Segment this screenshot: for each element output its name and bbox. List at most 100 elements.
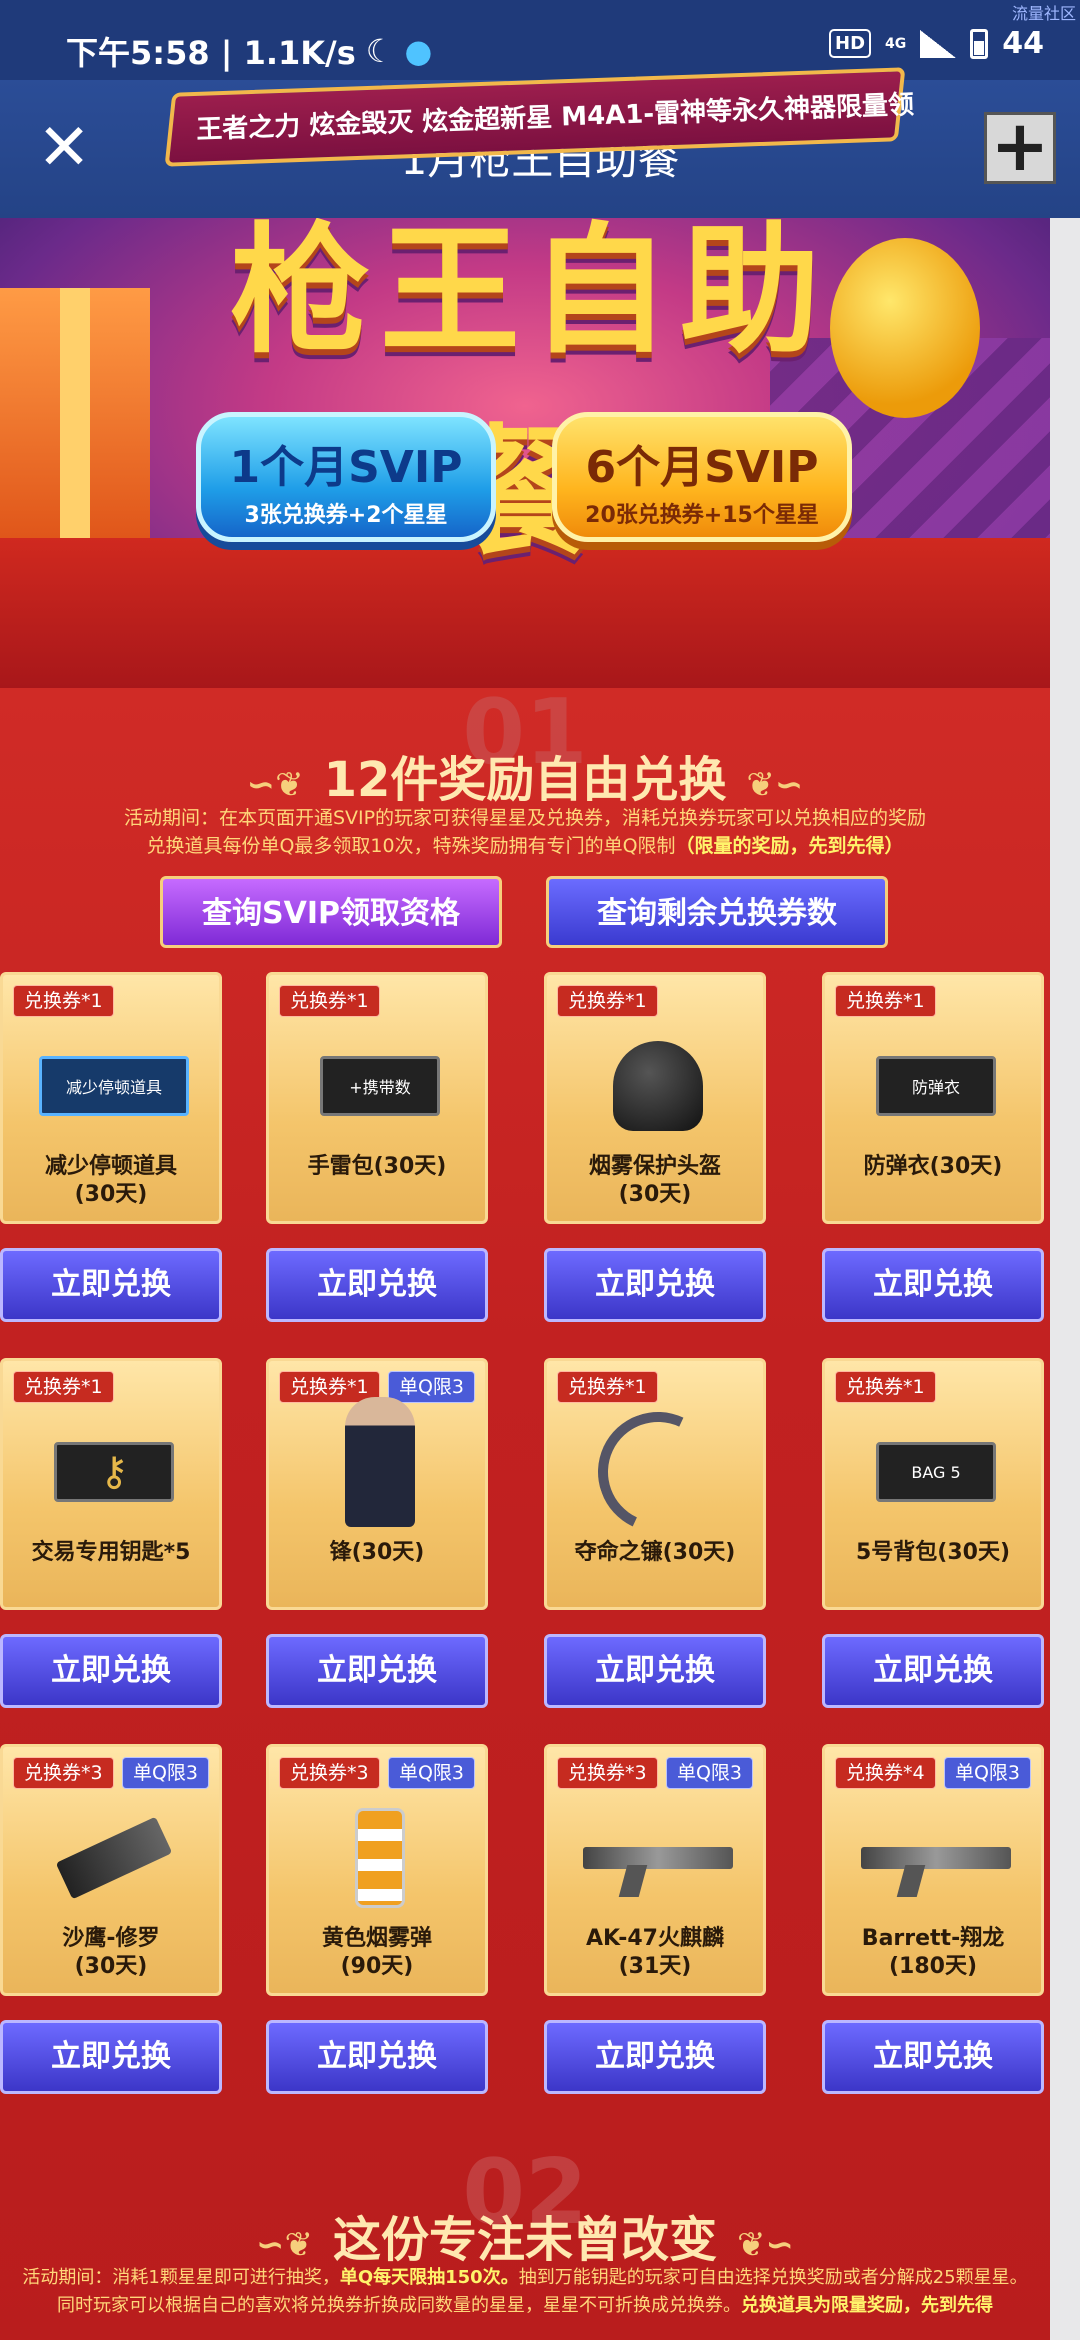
reward-card: 兑换券*4 单Q限3 Barrett-翔龙 (180天): [822, 1744, 1044, 1996]
coupon-badge: 兑换券*1: [835, 1371, 936, 1403]
reward-card: 兑换券*1 单Q限3 锋(30天): [266, 1358, 488, 1610]
grenade-pack-icon: +携带数: [320, 1056, 440, 1116]
limit-badge: 单Q限3: [387, 1371, 475, 1403]
limit-badge: 单Q限3: [121, 1757, 209, 1789]
ornament-icon: ❦∽: [737, 2225, 794, 2265]
scythe-icon: [581, 1395, 735, 1549]
signal-icon: [920, 29, 957, 58]
item-name-line1: 手雷包(30天): [307, 1154, 447, 1179]
coupon-badge: 兑换券*1: [557, 1371, 658, 1403]
redeem-button[interactable]: 立即兑换: [544, 2020, 766, 2094]
reward-card: 兑换券*3 单Q限3 沙鹰-修罗 (30天): [0, 1744, 222, 1996]
limit-badge: 单Q限3: [943, 1757, 1031, 1789]
redeem-button[interactable]: 立即兑换: [0, 2020, 222, 2094]
moon-icon: ☾: [365, 32, 395, 70]
redeem-button[interactable]: 立即兑换: [0, 1248, 222, 1322]
desc-text: 活动期间：消耗1颗星星即可进行抽奖，: [22, 2267, 340, 2288]
item-name-line1: AK-47火麒麟: [586, 1926, 724, 1951]
ornament-icon: ❦∽: [746, 765, 804, 805]
redeem-button[interactable]: 立即兑换: [266, 1634, 488, 1708]
reward-card: 兑换券*1 防弹衣 防弹衣(30天): [822, 972, 1044, 1224]
scroll-edge: [1050, 218, 1080, 2340]
redeem-button[interactable]: 立即兑换: [822, 2020, 1044, 2094]
section-2-desc-line2: 同时玩家可以根据自己的喜欢将兑换券折换成同数量的星星，星星不可折换成兑换券。兑换…: [0, 2292, 1050, 2320]
qq-penguin-icon: ●: [404, 32, 433, 70]
redeem-button[interactable]: 立即兑换: [544, 1634, 766, 1708]
item-name-line1: 烟雾保护头盔: [588, 1154, 721, 1179]
section-1-title-text: 12件奖励自由兑换: [323, 752, 727, 808]
item-image: 减少停顿道具: [39, 1041, 189, 1131]
limit-badge: 单Q限3: [665, 1757, 753, 1789]
redeem-button[interactable]: 立即兑换: [266, 1248, 488, 1322]
item-name-line1: 5号背包(30天): [855, 1540, 1011, 1565]
banner-title: 枪王自助餐: [229, 218, 830, 575]
redeem-button[interactable]: 立即兑换: [544, 1248, 766, 1322]
svip-1-month-button[interactable]: 1个月SVIP 3张兑换券+2个星星: [196, 412, 496, 542]
svip-6-month-button[interactable]: 6个月SVIP 20张兑换券+15个星星: [552, 412, 852, 542]
item-image: +携带数: [305, 1041, 455, 1131]
reward-card: 兑换券*1 ⚷ 交易专用钥匙*5: [0, 1358, 222, 1610]
reward-card: 兑换券*3 单Q限3 黄色烟雾弹 (90天): [266, 1744, 488, 1996]
section-2-title: ∽❦ 这份专注未曾改变 ❦∽: [0, 2200, 1050, 2270]
section-1-desc-line2: 兑换道具每份单Q最多领取10次，特殊奖励拥有专门的单Q限制（限量的奖励，先到先得…: [0, 832, 1050, 860]
rifle-icon: [583, 1847, 733, 1869]
redeem-button[interactable]: 立即兑换: [822, 1248, 1044, 1322]
item-name-line2: (30天): [74, 1954, 148, 1979]
reward-card: 兑换券*1 夺命之镰(30天): [544, 1358, 766, 1610]
redeem-button[interactable]: 立即兑换: [0, 1634, 222, 1708]
svip-1-main: 1个月SVIP: [229, 442, 463, 493]
item-name: AK-47火麒麟 (31天): [547, 1925, 763, 1981]
item-image: [583, 1813, 733, 1903]
item-image: [581, 1395, 735, 1549]
battery-icon: [970, 28, 989, 59]
key-icon: ⚷: [54, 1442, 174, 1502]
battery-level: 44: [1002, 26, 1044, 61]
item-name-line1: 夺命之镰(30天): [574, 1540, 736, 1565]
query-svip-button[interactable]: 查询SVIP领取资格: [160, 876, 502, 948]
desc-highlight: （限量的奖励，先到先得）: [675, 835, 904, 857]
item-name-line2: (30天): [618, 1182, 692, 1207]
backpack-icon: BAG 5: [876, 1442, 996, 1502]
status-time: 下午5:58 | 1.1K/s: [66, 34, 356, 72]
item-name-line1: 交易专用钥匙*5: [31, 1540, 191, 1565]
svip-6-main: 6个月SVIP: [585, 442, 819, 493]
reward-card: 兑换券*1 烟雾保护头盔 (30天): [544, 972, 766, 1224]
item-name-line2: (180天): [888, 1954, 978, 1979]
desc-text: 兑换道具每份单Q最多领取10次，特殊奖励拥有专门的单Q限制: [146, 835, 676, 857]
item-name: 减少停顿道具 (30天): [3, 1153, 219, 1209]
coupon-badge: 兑换券*1: [279, 985, 380, 1017]
item-name-line2: (31天): [618, 1954, 692, 1979]
item-name-line1: 沙鹰-修罗: [62, 1926, 160, 1951]
ornament-icon: ∽❦: [256, 2225, 313, 2265]
status-left: 下午5:58 | 1.1K/s ☾ ●: [66, 28, 432, 74]
reward-card: 兑换券*1 减少停顿道具 减少停顿道具 (30天): [0, 972, 222, 1224]
redeem-button[interactable]: 立即兑换: [266, 2020, 488, 2094]
status-right: HD 4G 44: [829, 26, 1044, 61]
coupon-badge: 兑换券*4: [835, 1757, 936, 1789]
coupon-badge: 兑换券*3: [13, 1757, 114, 1789]
coupon-badge: 兑换券*3: [557, 1757, 658, 1789]
item-name-line2: (90天): [340, 1954, 414, 1979]
desc-text: 抽到万能钥匙的玩家可自由选择兑换奖励或者分解成25颗星星。: [518, 2267, 1028, 2288]
item-name-line1: 锋(30天): [329, 1540, 425, 1565]
redeem-button[interactable]: 立即兑换: [822, 1634, 1044, 1708]
section-2-desc-line1: 活动期间：消耗1颗星星即可进行抽奖，单Q每天限抽150次。抽到万能钥匙的玩家可自…: [0, 2264, 1050, 2292]
status-bar: 下午5:58 | 1.1K/s ☾ ● HD 4G 44 流量社区: [0, 0, 1080, 80]
coupon-badge: 兑换券*1: [557, 985, 658, 1017]
item-name: 5号背包(30天): [825, 1539, 1041, 1567]
pistol-icon: [55, 1816, 173, 1900]
item-name-line2: (30天): [74, 1182, 148, 1207]
reward-card: 兑换券*3 单Q限3 AK-47火麒麟 (31天): [544, 1744, 766, 1996]
query-coupon-button[interactable]: 查询剩余兑换券数: [546, 876, 888, 948]
character-icon: [345, 1397, 415, 1527]
coupon-badge: 兑换券*1: [13, 1371, 114, 1403]
plus-icon[interactable]: +: [984, 111, 1056, 184]
helmet-icon: [613, 1041, 703, 1131]
item-name: 交易专用钥匙*5: [3, 1539, 219, 1567]
desc-text: 同时玩家可以根据自己的喜欢将兑换券折换成同数量的星星，星星不可折换成兑换券。: [57, 2295, 741, 2316]
svip-6-sub: 20张兑换券+15个星星: [585, 503, 819, 528]
coupon-badge: 兑换券*1: [13, 985, 114, 1017]
item-image: BAG 5: [861, 1427, 1011, 1517]
item-image: 防弹衣: [861, 1041, 1011, 1131]
item-name: Barrett-翔龙 (180天): [825, 1925, 1041, 1981]
